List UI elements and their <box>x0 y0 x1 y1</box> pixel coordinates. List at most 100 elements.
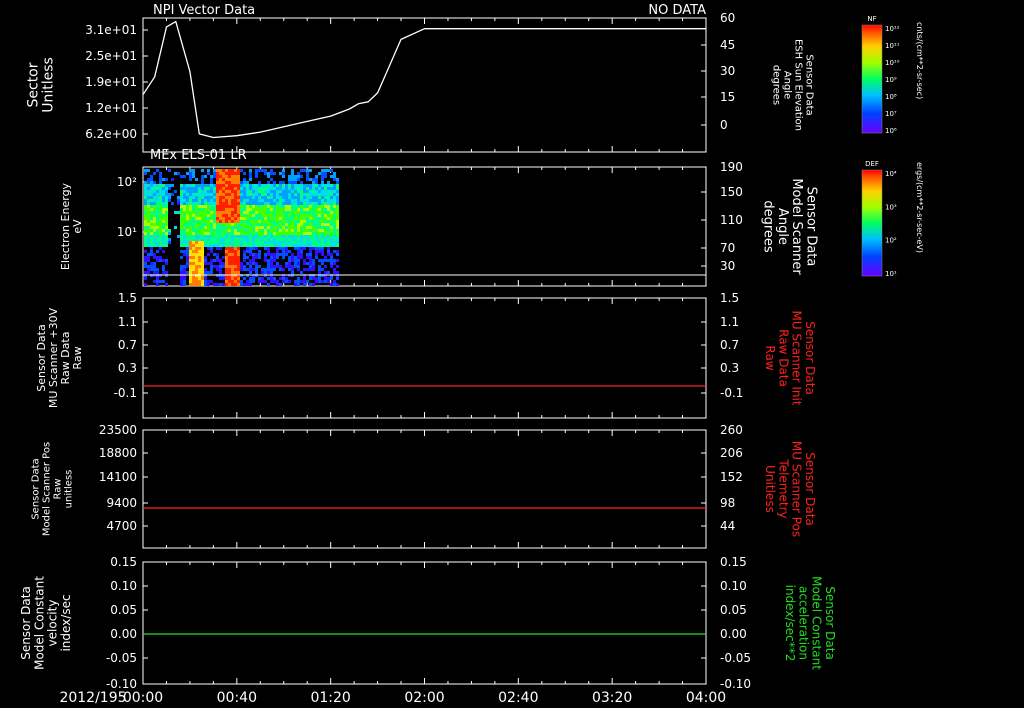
spectrogram-cell <box>252 184 255 187</box>
spectrogram-cell <box>246 190 249 193</box>
spectrogram-cell <box>261 190 264 193</box>
spectrogram-cell <box>327 235 330 238</box>
spectrogram-cell <box>225 205 228 208</box>
spectrogram-cell <box>243 256 246 259</box>
spectrogram-cell <box>237 181 240 184</box>
spectrogram-cell <box>228 265 231 268</box>
spectrogram-cell <box>315 184 318 187</box>
spectrogram-cell <box>225 229 228 232</box>
spectrogram-cell <box>333 283 336 286</box>
spectrogram-cell <box>186 184 189 187</box>
spectrogram-cell <box>321 235 324 238</box>
spectrogram-cell <box>231 217 234 220</box>
spectrogram-cell <box>315 220 318 223</box>
spectrogram-cell <box>306 229 309 232</box>
spectrogram-cell <box>237 223 240 226</box>
spectrogram-cell <box>255 196 258 199</box>
spectrogram-cell <box>225 220 228 223</box>
spectrogram-cell <box>231 244 234 247</box>
spectrogram-cell <box>321 190 324 193</box>
spectrogram-cell <box>255 223 258 226</box>
spectrogram-cell <box>258 190 261 193</box>
spectrogram-cell <box>297 202 300 205</box>
spectrogram-cell <box>192 262 195 265</box>
spectrogram-cell <box>153 268 156 271</box>
spectrogram-cell <box>216 256 219 259</box>
spectrogram-cell <box>264 271 267 274</box>
spectrogram-cell <box>321 172 324 175</box>
y-axis-label-line: eV <box>71 219 84 234</box>
spectrogram-cell <box>165 220 168 223</box>
spectrogram-cell <box>219 205 222 208</box>
spectrogram-cell <box>318 247 321 250</box>
spectrogram-cell <box>201 241 204 244</box>
spectrogram-cell <box>240 187 243 190</box>
spectrogram-cell <box>312 277 315 280</box>
spectrogram-cell <box>228 241 231 244</box>
spectrogram-cell <box>336 226 339 229</box>
spectrogram-cell <box>234 262 237 265</box>
spectrogram-cell <box>213 205 216 208</box>
spectrogram-cell <box>246 202 249 205</box>
spectrogram-cell <box>294 214 297 217</box>
spectrogram-cell <box>330 253 333 256</box>
spectrogram-cell <box>207 280 210 283</box>
spectrogram-cell <box>315 229 318 232</box>
spectrogram-cell <box>189 205 192 208</box>
spectrogram-cell <box>228 283 231 286</box>
spectrogram-cell <box>186 193 189 196</box>
spectrogram-cell <box>288 175 291 178</box>
spectrogram-cell <box>222 193 225 196</box>
spectrogram-cell <box>291 217 294 220</box>
spectrogram-cell <box>291 244 294 247</box>
spectrogram-cell <box>333 232 336 235</box>
spectrogram-cell <box>162 232 165 235</box>
spectrogram-cell <box>189 232 192 235</box>
spectrogram-cell <box>189 235 192 238</box>
spectrogram-cell <box>255 211 258 214</box>
spectrogram-cell <box>279 247 282 250</box>
spectrogram-cell <box>258 244 261 247</box>
spectrogram-cell <box>285 214 288 217</box>
spectrogram-cell <box>147 244 150 247</box>
spectrogram-cell <box>219 265 222 268</box>
spectrogram-cell <box>192 217 195 220</box>
spectrogram-cell <box>315 214 318 217</box>
spectrogram-cell <box>264 223 267 226</box>
spectrogram-cell <box>210 181 213 184</box>
spectrogram-cell <box>267 232 270 235</box>
spectrogram-cell <box>228 250 231 253</box>
y-tick-label: 14100 <box>99 470 137 484</box>
spectrogram-cell <box>288 280 291 283</box>
spectrogram-cell <box>159 235 162 238</box>
spectrogram-cell <box>300 235 303 238</box>
spectrogram-cell <box>231 223 234 226</box>
spectrogram-cell <box>288 226 291 229</box>
y-axis-label-line: Sensor Data <box>31 458 42 519</box>
spectrogram-cell <box>315 178 318 181</box>
spectrogram-cell <box>204 232 207 235</box>
spectrogram-cell <box>312 193 315 196</box>
spectrogram-cell <box>243 223 246 226</box>
spectrogram-cell <box>270 214 273 217</box>
spectrogram-cell <box>327 238 330 241</box>
spectrogram-cell <box>198 223 201 226</box>
spectrogram-cell <box>210 184 213 187</box>
spectrogram-cell <box>300 211 303 214</box>
spectrogram-cell <box>180 193 183 196</box>
spectrogram-cell <box>150 199 153 202</box>
spectrogram-cell <box>243 241 246 244</box>
spectrogram-cell <box>252 253 255 256</box>
spectrogram-cell <box>240 232 243 235</box>
spectrogram-cell <box>156 238 159 241</box>
spectrogram-cell <box>321 199 324 202</box>
spectrogram-cell <box>162 196 165 199</box>
spectrogram-cell <box>207 235 210 238</box>
spectrogram-cell <box>264 217 267 220</box>
spectrogram-cell <box>204 214 207 217</box>
spectrogram-cell <box>282 199 285 202</box>
spectrogram-cell <box>273 217 276 220</box>
spectrogram-cell <box>216 265 219 268</box>
spectrogram-cell <box>201 187 204 190</box>
spectrogram-cell <box>168 232 171 235</box>
